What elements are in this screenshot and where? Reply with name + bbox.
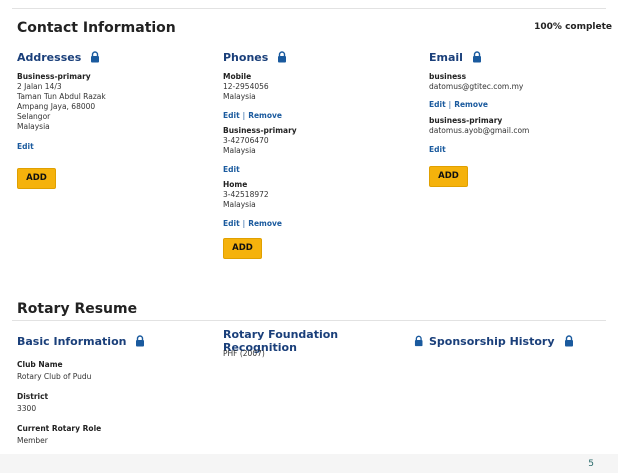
phone-country: Malaysia xyxy=(223,92,256,101)
phone-label: Home xyxy=(223,180,248,189)
phone-country: Malaysia xyxy=(223,200,256,209)
addresses-section: Addresses Business-primary 2 Jalan 14/3 … xyxy=(17,50,217,189)
lock-icon xyxy=(414,335,423,347)
rotary-resume-title: Rotary Resume xyxy=(17,301,138,317)
phone-number: 3-42706470 xyxy=(223,136,269,145)
sponsorship-history-heading: Sponsorship History xyxy=(429,334,618,348)
club-name-value: Rotary Club of Pudu xyxy=(17,372,92,381)
current-role-label: Current Rotary Role xyxy=(17,424,102,433)
link-separator: | xyxy=(448,100,452,109)
sponsorship-history-heading-text: Sponsorship History xyxy=(429,334,555,348)
phones-heading: Phones xyxy=(223,50,423,64)
phone-edit-link[interactable]: Edit xyxy=(223,165,240,174)
add-phone-button[interactable]: ADD xyxy=(223,238,262,259)
email-edit-link[interactable]: Edit xyxy=(429,145,446,154)
contact-information-title: Contact Information xyxy=(17,20,176,36)
phone-number: 3-42518972 xyxy=(223,190,269,199)
district-label: District xyxy=(17,392,49,401)
current-role-value: Member xyxy=(17,436,48,445)
basic-information-heading-text: Basic Information xyxy=(17,334,127,348)
district-value: 3300 xyxy=(17,404,37,413)
lock-icon xyxy=(472,51,481,63)
phone-label: Mobile xyxy=(223,72,252,81)
address-line: Ampang Jaya, 68000 xyxy=(17,102,96,111)
phone-edit-link[interactable]: Edit xyxy=(223,111,240,120)
email-address: datomus.ayob@gmail.com xyxy=(429,126,530,135)
top-divider xyxy=(12,8,606,9)
foundation-recognition-section: Rotary Foundation Recognition PHF (2007) xyxy=(223,328,423,359)
addresses-heading: Addresses xyxy=(17,50,217,64)
addresses-heading-text: Addresses xyxy=(17,50,82,64)
resume-divider xyxy=(12,320,606,321)
link-separator: | xyxy=(242,111,246,120)
address-line: Selangor xyxy=(17,112,51,121)
page-number: 5 xyxy=(588,459,594,469)
lock-icon xyxy=(278,51,287,63)
phone-edit-link[interactable]: Edit xyxy=(223,219,240,228)
phone-label: Business-primary xyxy=(223,126,297,135)
footer-bar xyxy=(0,454,618,473)
phone-remove-link[interactable]: Remove xyxy=(248,111,282,120)
basic-information-heading: Basic Information xyxy=(17,334,217,348)
link-separator: | xyxy=(242,219,246,228)
address-line: Malaysia xyxy=(17,122,50,131)
email-remove-link[interactable]: Remove xyxy=(454,100,488,109)
phone-country: Malaysia xyxy=(223,146,256,155)
add-address-button[interactable]: ADD xyxy=(17,168,56,189)
phones-heading-text: Phones xyxy=(223,50,269,64)
basic-information-section: Basic Information Club Name Rotary Club … xyxy=(17,334,217,446)
email-heading: Email xyxy=(429,50,618,64)
address-label: Business-primary xyxy=(17,72,91,81)
phones-section: Phones Mobile 12-2954056 Malaysia Edit | R… xyxy=(223,50,423,259)
email-label: business-primary xyxy=(429,116,503,125)
lock-icon xyxy=(136,335,145,347)
address-line: 2 Jalan 14/3 xyxy=(17,82,62,91)
club-name-label: Club Name xyxy=(17,360,63,369)
completion-status: 100% complete xyxy=(534,22,612,32)
lock-icon xyxy=(91,51,100,63)
email-section: Email business datomus@gtitec.com.my Edi… xyxy=(429,50,618,187)
sponsorship-history-section: Sponsorship History xyxy=(429,334,618,348)
address-line: Taman Tun Abdul Razak xyxy=(17,92,106,101)
add-email-button[interactable]: ADD xyxy=(429,166,468,187)
phone-remove-link[interactable]: Remove xyxy=(248,219,282,228)
email-heading-text: Email xyxy=(429,50,463,64)
email-label: business xyxy=(429,72,467,81)
phone-number: 12-2954056 xyxy=(223,82,269,91)
address-edit-link[interactable]: Edit xyxy=(17,142,34,151)
email-address: datomus@gtitec.com.my xyxy=(429,82,524,91)
lock-icon xyxy=(564,335,573,347)
foundation-recognition-heading: Rotary Foundation Recognition xyxy=(223,328,423,354)
email-edit-link[interactable]: Edit xyxy=(429,100,446,109)
